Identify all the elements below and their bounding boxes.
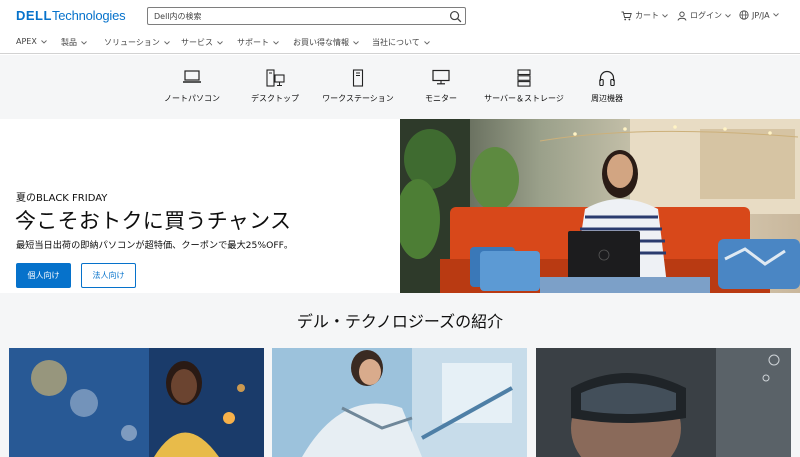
chevron-down-icon [81, 40, 87, 45]
laptop-icon [183, 70, 201, 83]
nav-item-services[interactable]: サービス [181, 37, 223, 48]
search-icon[interactable] [449, 10, 462, 23]
category-label: モニター [425, 94, 457, 103]
cart-link[interactable]: カート [621, 10, 671, 21]
feature-card-image[interactable] [536, 348, 791, 457]
nav-label: 製品 [61, 38, 77, 47]
cart-label: カート [635, 11, 659, 20]
category-bar: ノートパソコン デスクトップ ワークステーション モニター サーバー＆ストレージ… [0, 55, 800, 119]
login-link[interactable]: ログイン [677, 10, 734, 21]
section-title: デル・テクノロジーズの紹介 [296, 312, 504, 331]
nav-label: お買い得な情報 [293, 38, 349, 47]
feature-card-image[interactable] [9, 348, 264, 457]
search-box [147, 7, 466, 25]
headphones-icon [599, 70, 615, 87]
chevron-down-icon [273, 40, 279, 45]
nav-item-apex[interactable]: APEX [16, 37, 47, 46]
intro-section: デル・テクノロジーズの紹介 [0, 293, 800, 457]
nav-item-solutions[interactable]: ソリューション [104, 37, 170, 48]
category-label: サーバー＆ストレージ [484, 94, 564, 103]
dell-logo[interactable]: DELLTechnologies [16, 8, 126, 23]
top-bar: DELLTechnologies カート ログイン JP/JA [0, 0, 800, 32]
nav-label: ソリューション [104, 38, 160, 47]
nav-label: サポート [237, 38, 269, 47]
chevron-down-icon [772, 13, 779, 17]
nav-item-products[interactable]: 製品 [61, 37, 87, 48]
consumer-button[interactable]: 個人向け [16, 263, 71, 288]
logo-brand: DELL [16, 8, 52, 23]
chevron-down-icon [423, 40, 430, 45]
main-nav: APEX 製品 ソリューション サービス サポート お買い得な情報 当社について [0, 32, 800, 54]
locale-label: JP/JA [752, 10, 770, 20]
feature-card-image[interactable] [272, 348, 527, 457]
chevron-down-icon [164, 40, 170, 45]
chevron-down-icon [41, 39, 47, 44]
engineer-image [272, 348, 527, 457]
chevron-down-icon [725, 13, 731, 18]
nav-label: APEX [16, 37, 37, 46]
category-label: 周辺機器 [591, 94, 623, 103]
globe-icon [739, 10, 749, 20]
hero-image [400, 119, 800, 293]
cart-icon [621, 11, 632, 20]
server-icon [517, 69, 531, 87]
workstation-icon [352, 69, 364, 87]
logo-suffix: Technologies [51, 8, 126, 23]
desktop-icon [266, 69, 285, 87]
search-input[interactable] [154, 9, 444, 23]
hero-banner: 夏のBLACK FRIDAY 今こそおトクに買うチャンス 最短当日出荷の即納パソ… [0, 119, 800, 293]
hero-title: 今こそおトクに買うチャンス [15, 209, 292, 233]
vr-headset-image [536, 348, 791, 457]
nav-item-support[interactable]: サポート [237, 37, 279, 48]
business-button[interactable]: 法人向け [81, 263, 136, 288]
chevron-down-icon [217, 40, 223, 45]
monitor-icon [432, 69, 450, 85]
login-label: ログイン [690, 11, 722, 20]
category-label: デスクトップ [251, 94, 299, 103]
nav-label: サービス [181, 38, 213, 47]
locale-selector[interactable]: JP/JA [739, 10, 782, 20]
chevron-down-icon [662, 13, 668, 18]
hero-subtitle: 最短当日出荷の即納パソコンが超特価、クーポンで最大25%OFF。 [16, 240, 294, 251]
ai-interface-image [9, 348, 264, 457]
category-label: ノートパソコン [164, 94, 220, 103]
nav-label: 当社について [372, 38, 420, 47]
category-label: ワークステーション [322, 94, 394, 103]
nav-item-deals[interactable]: お買い得な情報 [293, 37, 359, 48]
hero-eyebrow: 夏のBLACK FRIDAY [16, 193, 108, 204]
user-icon [677, 11, 687, 21]
chevron-down-icon [353, 40, 359, 45]
nav-item-about[interactable]: 当社について [372, 37, 430, 48]
